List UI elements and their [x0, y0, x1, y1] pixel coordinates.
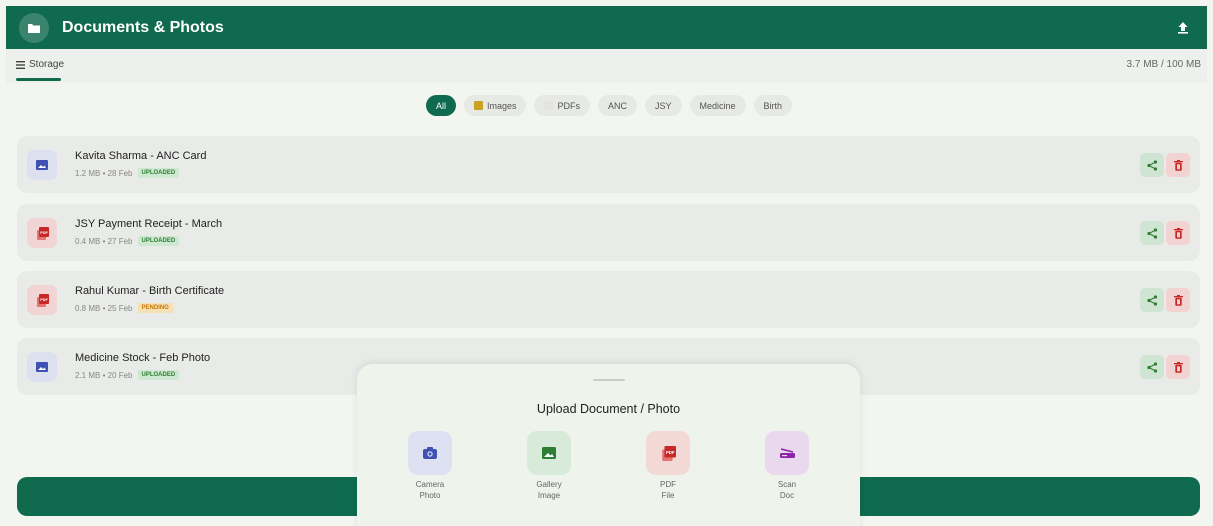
- chip-medicine[interactable]: Medicine: [689, 95, 746, 116]
- document-card[interactable]: PDF Rahul Kumar - Birth Certificate 0.8 …: [17, 271, 1200, 328]
- share-button[interactable]: [1140, 221, 1164, 245]
- image-icon: [27, 150, 57, 180]
- folder-icon: [19, 12, 49, 43]
- document-meta: 2.1 MB • 20 Feb: [75, 370, 133, 380]
- share-icon: [1146, 294, 1157, 306]
- share-icon: [1146, 361, 1157, 373]
- status-badge: PENDING: [137, 303, 173, 313]
- sheet-drag-handle[interactable]: [593, 379, 625, 381]
- storage-bar: Storage 3.7 MB / 100 MB: [6, 49, 1207, 83]
- share-button[interactable]: [1140, 288, 1164, 312]
- delete-button[interactable]: [1166, 153, 1190, 177]
- svg-text:PDF: PDF: [40, 231, 48, 235]
- scan-doc-option[interactable]: Scan Doc: [757, 431, 817, 501]
- document-card[interactable]: Kavita Sharma - ANC Card 1.2 MB • 28 Feb…: [17, 136, 1200, 193]
- trash-icon: [1173, 159, 1183, 171]
- share-icon: [1146, 159, 1157, 171]
- upload-bottom-sheet: Upload Document / Photo Camera Photo Gal…: [357, 364, 860, 526]
- delete-button[interactable]: [1166, 221, 1190, 245]
- pdf-file-option[interactable]: PDF PDF File: [638, 431, 698, 501]
- svg-text:PDF: PDF: [40, 298, 48, 302]
- chip-all[interactable]: All: [425, 95, 456, 116]
- status-badge: UPLOADED: [137, 168, 180, 178]
- sheet-title: Upload Document / Photo: [536, 402, 681, 416]
- scanner-icon: [765, 431, 809, 475]
- document-meta: 0.8 MB • 25 Feb: [75, 303, 133, 313]
- svg-text:PDF: PDF: [665, 450, 674, 455]
- chip-anc[interactable]: ANC: [597, 95, 637, 116]
- trash-icon: [1173, 294, 1183, 306]
- storage-usage: 3.7 MB / 100 MB: [1126, 59, 1201, 70]
- pdf-icon: PDF: [646, 431, 690, 475]
- chip-images[interactable]: Images: [463, 95, 527, 116]
- camera-icon: [408, 431, 452, 475]
- chip-jsy[interactable]: JSY: [644, 95, 682, 116]
- pdf-icon: [544, 101, 554, 110]
- document-meta: 0.4 MB • 27 Feb: [75, 236, 133, 246]
- storage-tab-indicator: [16, 78, 61, 81]
- menu-icon: [16, 60, 25, 69]
- share-icon: [1146, 227, 1157, 239]
- share-button[interactable]: [1140, 355, 1164, 379]
- upload-icon[interactable]: [1173, 17, 1193, 37]
- document-name: Kavita Sharma - ANC Card: [75, 150, 207, 162]
- app-bar: Documents & Photos: [6, 6, 1207, 49]
- gallery-icon: [527, 431, 571, 475]
- image-icon: [473, 101, 483, 110]
- status-badge: UPLOADED: [137, 370, 180, 380]
- delete-button[interactable]: [1166, 288, 1190, 312]
- gallery-image-option[interactable]: Gallery Image: [519, 431, 579, 501]
- chip-pdfs[interactable]: PDFs: [534, 95, 590, 116]
- storage-tab[interactable]: Storage: [16, 59, 64, 70]
- document-card[interactable]: PDF JSY Payment Receipt - March 0.4 MB •…: [17, 204, 1200, 261]
- document-meta: 1.2 MB • 28 Feb: [75, 168, 133, 178]
- page-title: Documents & Photos: [62, 18, 224, 36]
- storage-label: Storage: [29, 59, 65, 70]
- filter-chips: All Images PDFs ANC JSY Medicine Birth: [0, 95, 1213, 116]
- trash-icon: [1173, 227, 1183, 239]
- chip-birth[interactable]: Birth: [753, 95, 793, 116]
- camera-photo-option[interactable]: Camera Photo: [400, 431, 460, 501]
- share-button[interactable]: [1140, 153, 1164, 177]
- document-name: JSY Payment Receipt - March: [75, 218, 223, 230]
- status-badge: UPLOADED: [137, 236, 180, 246]
- pdf-icon: PDF: [27, 218, 57, 248]
- pdf-icon: PDF: [27, 285, 57, 315]
- document-name: Rahul Kumar - Birth Certificate: [75, 285, 225, 297]
- image-icon: [27, 352, 57, 382]
- document-name: Medicine Stock - Feb Photo: [75, 352, 211, 364]
- delete-button[interactable]: [1166, 355, 1190, 379]
- trash-icon: [1173, 361, 1183, 373]
